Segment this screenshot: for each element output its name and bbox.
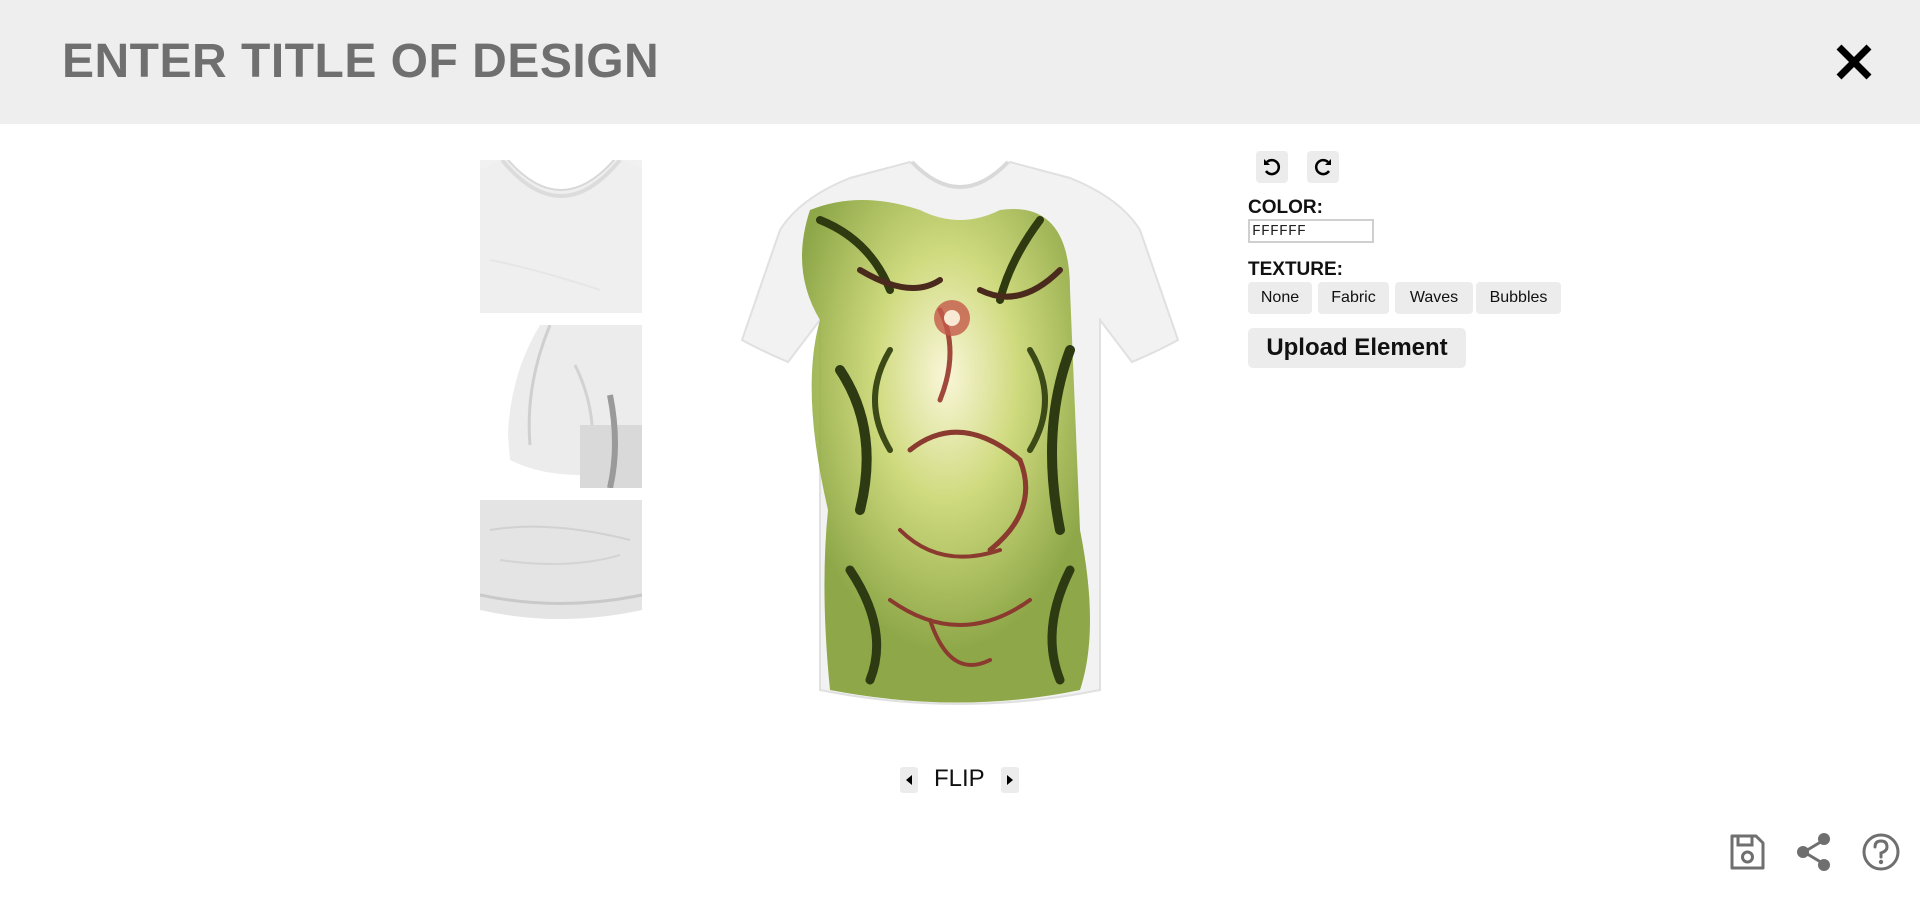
- flip-next-button[interactable]: [1001, 767, 1019, 793]
- thumbnail-hem[interactable]: [480, 500, 642, 622]
- color-label: COLOR:: [1248, 197, 1323, 218]
- caret-right-icon: [1007, 775, 1013, 785]
- texture-none-button[interactable]: None: [1248, 282, 1312, 314]
- header-bar: ENTER TITLE OF DESIGN: [0, 0, 1920, 124]
- upload-element-button[interactable]: Upload Element: [1248, 328, 1466, 368]
- undo-icon: [1264, 158, 1281, 176]
- flip-label: FLIP: [934, 765, 985, 792]
- help-icon[interactable]: [1861, 832, 1901, 872]
- save-icon[interactable]: [1727, 832, 1767, 872]
- undo-button[interactable]: [1256, 151, 1288, 183]
- texture-waves-button[interactable]: Waves: [1395, 282, 1473, 314]
- redo-icon: [1314, 158, 1331, 176]
- texture-label: TEXTURE:: [1248, 259, 1343, 280]
- color-hex-input[interactable]: [1248, 219, 1374, 243]
- close-icon[interactable]: [1834, 42, 1874, 82]
- texture-fabric-button[interactable]: Fabric: [1318, 282, 1389, 314]
- flip-prev-button[interactable]: [900, 767, 918, 793]
- tshirt-preview[interactable]: [740, 150, 1180, 710]
- design-title[interactable]: ENTER TITLE OF DESIGN: [62, 34, 659, 89]
- texture-bubbles-button[interactable]: Bubbles: [1476, 282, 1561, 314]
- redo-button[interactable]: [1307, 151, 1339, 183]
- share-icon[interactable]: [1794, 832, 1834, 872]
- caret-left-icon: [906, 775, 912, 785]
- thumbnail-sleeve[interactable]: [480, 325, 642, 488]
- thumbnail-collar[interactable]: [480, 160, 642, 313]
